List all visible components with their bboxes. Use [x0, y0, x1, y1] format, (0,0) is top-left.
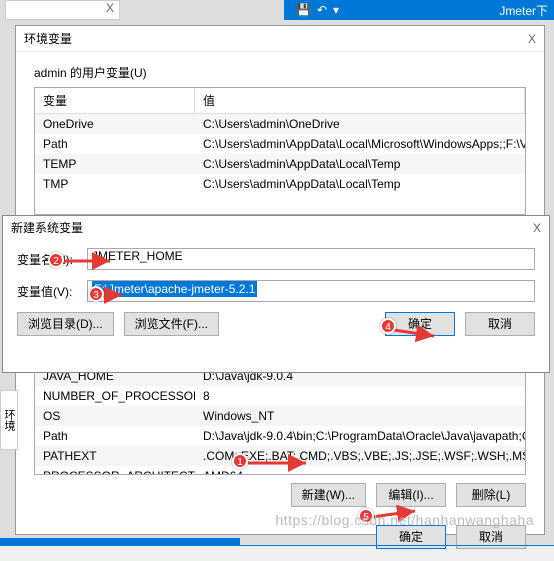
undo-icon[interactable]: ↶ — [317, 3, 327, 17]
col-header-value[interactable]: 值 — [195, 88, 525, 113]
annotation-marker-2: 2 — [48, 252, 64, 268]
annotation-arrow-2 — [60, 252, 120, 270]
var-name-cell: PROCESSOR_ARCHITECTURE — [35, 466, 195, 475]
table-row[interactable]: PathD:\Java\jdk-9.0.4\bin;C:\ProgramData… — [35, 426, 525, 446]
annotation-arrow-3 — [100, 286, 130, 304]
new-system-variable-dialog: 新建系统变量 X 变量名(N): JMETER_HOME 变量值(V): F:\… — [2, 215, 550, 373]
var-value-cell: C:\Users\admin\AppData\Local\Temp — [195, 154, 525, 174]
redo-dropdown-icon[interactable]: ▾ — [333, 3, 339, 17]
var-value-input[interactable]: F:\Jmeter\apache-jmeter-5.2.1 — [87, 280, 535, 302]
delete-button[interactable]: 删除(L) — [456, 483, 526, 507]
var-name-cell: PATHEXT — [35, 446, 195, 466]
annotation-arrow-4 — [392, 318, 442, 342]
annotation-marker-3: 3 — [88, 286, 104, 302]
vs-titlebar: 💾 ↶ ▾ Jmeter下 — [284, 0, 554, 20]
col-header-variable[interactable]: 变量 — [35, 88, 195, 113]
var-value-cell: D:\Java\jdk-9.0.4\bin;C:\ProgramData\Ora… — [195, 426, 525, 446]
watermark-text: https://blog.csdn.net/hanhanwanghaha — [275, 512, 534, 528]
annotation-marker-1: 1 — [232, 453, 248, 469]
var-value-cell: C:\Users\admin\AppData\Local\Temp — [195, 174, 525, 194]
env-title-text: 环境变量 — [24, 26, 72, 51]
var-value-cell: C:\Users\admin\OneDrive — [195, 114, 525, 134]
user-vars-list[interactable]: 变量 值 OneDriveC:\Users\admin\OneDrivePath… — [34, 87, 526, 215]
desktop-background: 💾 ↶ ▾ Jmeter下 X 环境变量 X admin 的用户变量(U) 变量… — [0, 0, 554, 546]
vs-window-title: Jmeter下 — [499, 2, 548, 19]
var-name-cell: Path — [35, 134, 195, 154]
dialog-cancel-button[interactable]: 取消 — [465, 312, 535, 336]
close-icon[interactable]: X — [533, 216, 541, 240]
table-row[interactable]: OneDriveC:\Users\admin\OneDrive — [35, 114, 525, 134]
close-icon[interactable]: X — [101, 1, 119, 15]
browse-file-button[interactable]: 浏览文件(F)... — [124, 312, 219, 336]
dialog-title: 新建系统变量 — [11, 216, 83, 240]
background-window-stub: X — [5, 0, 120, 20]
new-button[interactable]: 新建(W)... — [291, 483, 366, 507]
annotation-arrow-1 — [246, 453, 316, 473]
var-value-cell: Windows_NT — [195, 406, 525, 426]
edit-button[interactable]: 编辑(I)... — [376, 483, 446, 507]
var-name-cell: NUMBER_OF_PROCESSORS — [35, 386, 195, 406]
var-name-input[interactable]: JMETER_HOME — [87, 248, 535, 270]
var-name-cell: OneDrive — [35, 114, 195, 134]
var-value-cell: 8 — [195, 386, 525, 406]
table-row[interactable]: TEMPC:\Users\admin\AppData\Local\Temp — [35, 154, 525, 174]
user-vars-label: admin 的用户变量(U) — [34, 64, 526, 81]
left-sidebar-stub: 环境 — [0, 390, 18, 450]
table-row[interactable]: NUMBER_OF_PROCESSORS8 — [35, 386, 525, 406]
save-icon[interactable]: 💾 — [296, 3, 311, 17]
browse-dir-button[interactable]: 浏览目录(D)... — [17, 312, 114, 336]
var-name-cell: TMP — [35, 174, 195, 194]
var-value-label: 变量值(V): — [17, 283, 87, 300]
var-name-cell: OS — [35, 406, 195, 426]
var-name-cell: TEMP — [35, 154, 195, 174]
var-name-cell: Path — [35, 426, 195, 446]
table-row[interactable]: OSWindows_NT — [35, 406, 525, 426]
table-row[interactable]: PathC:\Users\admin\AppData\Local\Microso… — [35, 134, 525, 154]
annotation-marker-4: 4 — [380, 318, 396, 334]
table-row[interactable]: TMPC:\Users\admin\AppData\Local\Temp — [35, 174, 525, 194]
env-titlebar: 环境变量 X — [16, 26, 544, 52]
close-icon[interactable]: X — [528, 26, 536, 51]
var-value-cell: C:\Users\admin\AppData\Local\Microsoft\W… — [195, 134, 525, 154]
